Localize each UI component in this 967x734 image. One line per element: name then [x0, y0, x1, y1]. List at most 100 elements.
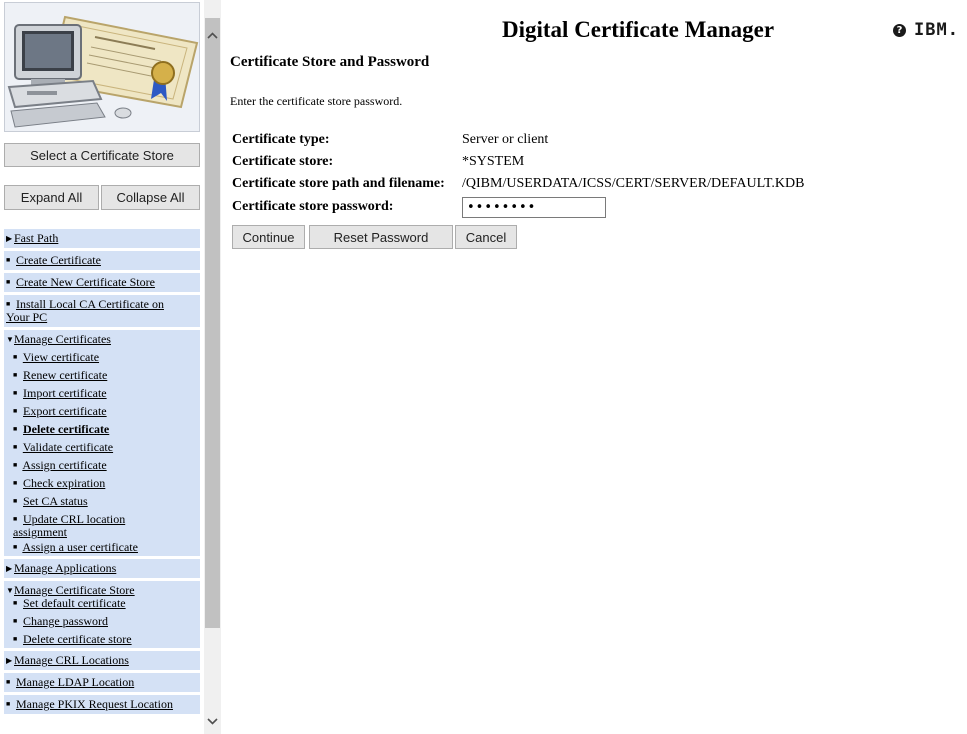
sub-link-assign-user-certificate[interactable]: Assign a user certificate: [22, 540, 138, 554]
sub-item-validate-certificate: ■ Validate certificate: [6, 441, 196, 454]
bullet-icon: ■: [13, 635, 18, 643]
sub-link-renew-certificate[interactable]: Renew certificate: [23, 368, 107, 382]
bullet-icon: ■: [13, 389, 18, 397]
app-title: Digital Certificate Manager: [502, 17, 775, 42]
sub-item-export-certificate: ■ Export certificate: [6, 405, 196, 418]
bullet-icon: ■: [13, 425, 18, 433]
navigation-frame: Select a Certificate Store Expand All Co…: [0, 0, 204, 734]
certificate-logo-image: [4, 2, 200, 132]
sub-link-delete-certificate[interactable]: Delete certificate: [23, 422, 109, 436]
store-path-value: /QIBM/USERDATA/ICSS/CERT/SERVER/DEFAULT.…: [462, 176, 805, 191]
bullet-icon: ■: [13, 479, 18, 487]
bullet-icon: ■: [13, 371, 18, 379]
nav-link-manage-certificates[interactable]: Manage Certificates: [14, 332, 111, 346]
expand-all-button[interactable]: Expand All: [4, 185, 99, 210]
sub-item-renew-certificate: ■ Renew certificate: [6, 369, 196, 382]
store-path-label: Certificate store path and filename:: [232, 176, 445, 191]
sub-item-set-default-certificate: ■ Set default certificate: [6, 597, 196, 610]
nav-link-install-line1: Install Local CA Certificate on: [16, 297, 164, 311]
sub-item-import-certificate: ■ Import certificate: [6, 387, 196, 400]
sub-item-update-crl-location: ■ Update CRL location assignment: [6, 513, 196, 539]
bullet-icon: ■: [13, 407, 18, 415]
reset-password-button[interactable]: Reset Password: [309, 225, 453, 249]
nav-link-manage-store[interactable]: Manage Certificate Store: [14, 583, 135, 597]
nav-link-install-local-ca[interactable]: Install Local CA Certificate on Your PC: [6, 297, 164, 324]
nav-group-manage-certificates: ▼Manage Certificates ■ View certificate …: [4, 330, 200, 556]
sub-link-update-crl-location[interactable]: Update CRL location assignment: [13, 512, 125, 539]
sub-link-assign-certificate[interactable]: Assign certificate: [22, 458, 106, 472]
sub-item-delete-certificate: ■ Delete certificate: [6, 423, 196, 436]
nav-link-install-line2: Your PC: [6, 310, 48, 324]
bullet-icon: ■: [13, 443, 18, 451]
sub-link-import-certificate[interactable]: Import certificate: [23, 386, 107, 400]
sub-item-view-certificate: ■ View certificate: [6, 351, 196, 364]
bullet-icon: ■: [6, 256, 11, 264]
scrollbar-thumb[interactable]: [205, 18, 220, 628]
bullet-icon: ■: [6, 678, 11, 686]
sub-item-assign-user-certificate: ■ Assign a user certificate: [6, 541, 196, 554]
select-certificate-store-button[interactable]: Select a Certificate Store: [4, 143, 200, 167]
sub-link-delete-certificate-store[interactable]: Delete certificate store: [23, 632, 132, 646]
certificate-store-value: *SYSTEM: [462, 154, 525, 169]
nav-item-fast-path: ▶ Fast Path: [4, 229, 200, 248]
nav-item-create-certificate: ■ Create Certificate: [4, 251, 200, 270]
expand-arrow-icon[interactable]: ▶: [6, 654, 14, 667]
scroll-up-arrow-icon[interactable]: [204, 26, 221, 44]
bullet-icon: ■: [13, 617, 18, 625]
nav-group-header: ▼Manage Certificates: [6, 333, 196, 346]
sub-link-check-expiration[interactable]: Check expiration: [23, 476, 105, 490]
sub-item-assign-certificate: ■ Assign certificate: [6, 459, 196, 472]
sub-link-export-certificate[interactable]: Export certificate: [23, 404, 107, 418]
bullet-icon: ■: [13, 599, 18, 607]
ibm-logo: IBM.: [914, 20, 959, 40]
sub-item-check-expiration: ■ Check expiration: [6, 477, 196, 490]
nav-link-create-new-store[interactable]: Create New Certificate Store: [16, 275, 155, 289]
scroll-down-arrow-icon[interactable]: [204, 712, 221, 730]
sub-link-change-password[interactable]: Change password: [23, 614, 108, 628]
header-bar: Digital Certificate Manager ? IBM.: [221, 15, 967, 50]
sub-link-set-ca-status[interactable]: Set CA status: [23, 494, 88, 508]
sub-item-change-password: ■ Change password: [6, 615, 196, 628]
collapse-arrow-icon[interactable]: ▼: [6, 584, 14, 597]
bullet-icon: ■: [13, 353, 18, 361]
nav-link-create-certificate[interactable]: Create Certificate: [16, 253, 101, 267]
certificate-store-label: Certificate store:: [232, 154, 334, 169]
nav-link-manage-applications[interactable]: Manage Applications: [14, 561, 116, 575]
nav-link-fast-path[interactable]: Fast Path: [14, 231, 58, 245]
continue-button[interactable]: Continue: [232, 225, 305, 249]
nav-item-manage-pkix: ■ Manage PKIX Request Location: [4, 695, 200, 714]
certificate-type-label: Certificate type:: [232, 132, 330, 147]
sub-link-update-crl-line1: Update CRL location: [23, 512, 126, 526]
certificate-computer-illustration: [7, 15, 199, 128]
nav-item-install-local-ca: ■ Install Local CA Certificate on Your PC: [4, 295, 200, 327]
nav-link-manage-ldap[interactable]: Manage LDAP Location: [16, 675, 134, 689]
sub-item-set-ca-status: ■ Set CA status: [6, 495, 196, 508]
nav-item-manage-crl: ▶ Manage CRL Locations: [4, 651, 200, 670]
store-password-input[interactable]: ••••••••: [462, 197, 606, 218]
sub-link-view-certificate[interactable]: View certificate: [23, 350, 99, 364]
sub-item-delete-certificate-store: ■ Delete certificate store: [6, 633, 196, 646]
bullet-icon: ■: [6, 700, 11, 708]
expand-arrow-icon[interactable]: ▶: [6, 562, 14, 575]
collapse-all-button[interactable]: Collapse All: [101, 185, 200, 210]
store-password-label: Certificate store password:: [232, 199, 394, 214]
nav-item-create-new-store: ■ Create New Certificate Store: [4, 273, 200, 292]
task-navigation: ▶ Fast Path ■ Create Certificate ■ Create…: [4, 229, 200, 717]
nav-item-manage-ldap: ■ Manage LDAP Location: [4, 673, 200, 692]
certificate-type-value: Server or client: [462, 132, 549, 147]
help-icon[interactable]: ?: [893, 24, 906, 37]
cancel-button[interactable]: Cancel: [455, 225, 517, 249]
nav-item-manage-applications: ▶ Manage Applications: [4, 559, 200, 578]
bullet-icon: ■: [6, 278, 11, 286]
instructions-text: Enter the certificate store password.: [230, 94, 403, 108]
nav-link-manage-pkix[interactable]: Manage PKIX Request Location: [16, 697, 173, 711]
collapse-arrow-icon[interactable]: ▼: [6, 333, 14, 346]
bullet-icon: ■: [13, 543, 18, 551]
nav-group-manage-store: ▼Manage Certificate Store ■ Set default …: [4, 581, 200, 648]
sub-link-update-crl-line2: assignment: [13, 525, 67, 539]
nav-link-manage-crl[interactable]: Manage CRL Locations: [14, 653, 129, 667]
page-title: Certificate Store and Password: [230, 54, 430, 70]
sub-link-validate-certificate[interactable]: Validate certificate: [23, 440, 113, 454]
expand-arrow-icon[interactable]: ▶: [6, 232, 14, 245]
sub-link-set-default-certificate[interactable]: Set default certificate: [23, 596, 126, 610]
